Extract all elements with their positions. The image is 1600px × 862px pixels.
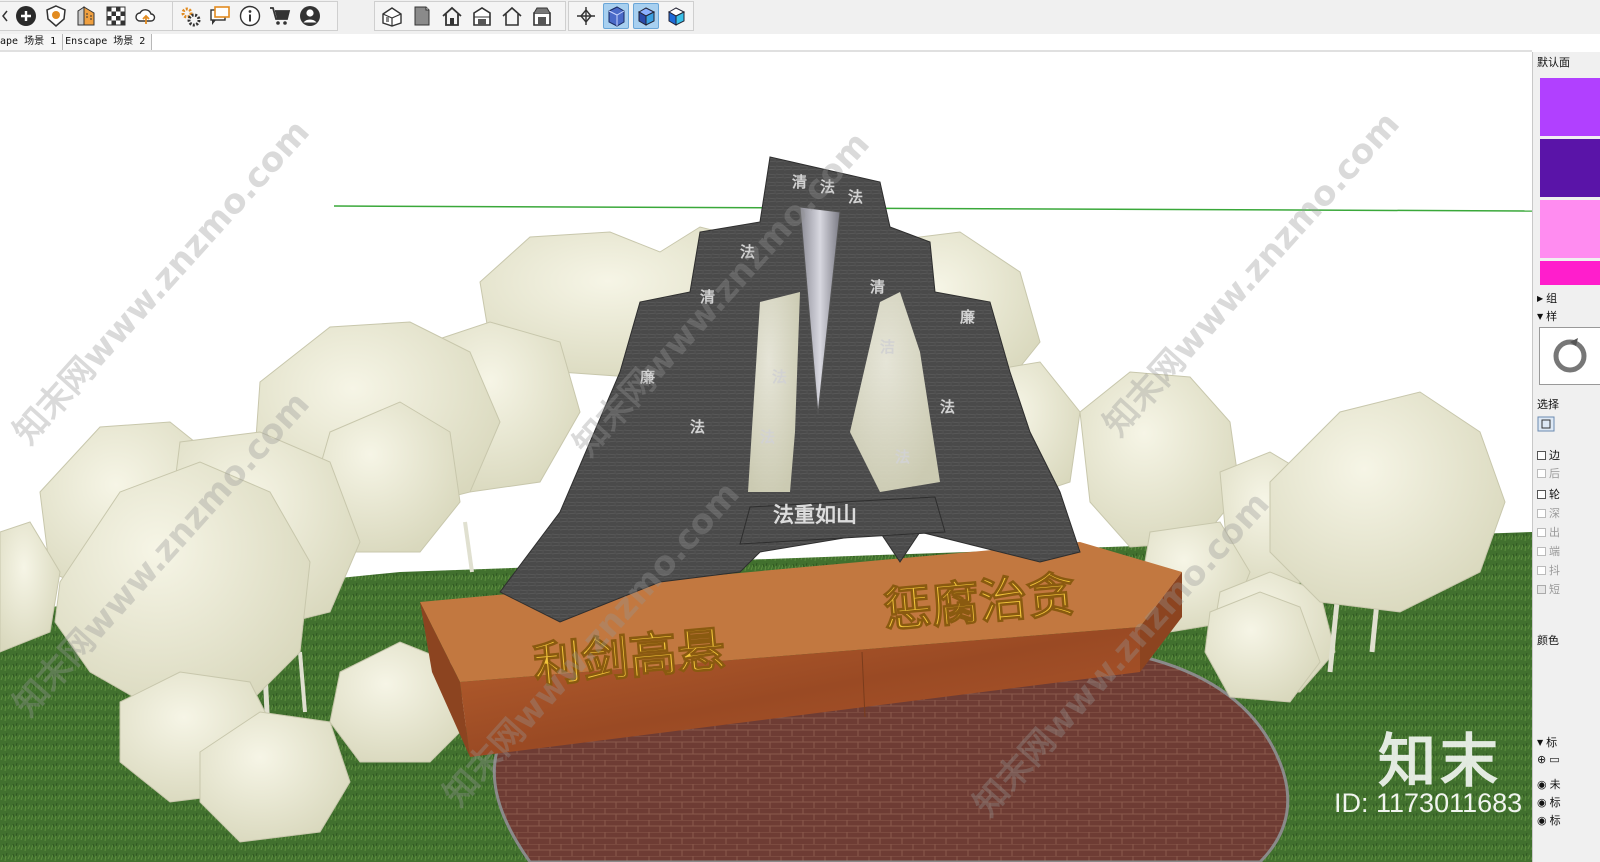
brand-watermark: 知末 xyxy=(1378,727,1503,795)
eye-icon[interactable]: ◉ xyxy=(1537,814,1547,827)
toolbar-overflow-arrow-icon[interactable] xyxy=(1,3,9,29)
tag-folder-icon[interactable]: ▭ xyxy=(1549,753,1559,766)
textured-icon[interactable] xyxy=(663,3,689,29)
default-tray: 默认面 ▶ 组 ▼ 样 选择 边 后 轮 深 出 端 抖 短 颜色 ▼ 标 ⊕ ▭ ◉… xyxy=(1532,52,1600,862)
checkbox[interactable] xyxy=(1537,489,1546,499)
option-back-edges[interactable]: 后 xyxy=(1537,465,1560,481)
wireframe-icon[interactable] xyxy=(603,3,629,29)
components-section[interactable]: ▶ 组 xyxy=(1537,290,1557,306)
expand-arrow-icon: ▶ xyxy=(1537,293,1544,303)
checkbox[interactable] xyxy=(1537,468,1546,478)
svg-text:法: 法 xyxy=(940,398,955,416)
tags-section[interactable]: ▼ 标 xyxy=(1537,734,1557,750)
style-toolbar-group xyxy=(568,1,694,31)
select-label: 选择 xyxy=(1537,398,1559,411)
material-swatch-3[interactable] xyxy=(1540,200,1600,258)
xray-icon[interactable] xyxy=(573,3,599,29)
checkbox[interactable] xyxy=(1537,508,1546,518)
svg-text:法: 法 xyxy=(690,418,705,436)
checkbox[interactable] xyxy=(1537,546,1546,556)
tag-row-untagged[interactable]: ◉ 未 xyxy=(1537,776,1561,792)
svg-text:法: 法 xyxy=(895,448,910,466)
svg-text:洁: 洁 xyxy=(880,338,895,356)
edit-style-icon[interactable] xyxy=(1537,416,1555,432)
svg-text:法: 法 xyxy=(760,428,775,446)
info-toolbar-group xyxy=(172,1,338,31)
option-depth-cue[interactable]: 深 xyxy=(1537,505,1560,521)
add-location-icon[interactable] xyxy=(13,3,39,29)
iso-view-icon[interactable] xyxy=(379,3,405,29)
option-short[interactable]: 短 xyxy=(1537,581,1560,597)
option-profiles[interactable]: 轮 xyxy=(1537,486,1560,502)
model-id-text: ID: 1173011683 xyxy=(1334,788,1523,818)
scene-tab-2[interactable]: Enscape 场景 2 xyxy=(63,34,153,50)
option-edge[interactable]: 边 xyxy=(1537,447,1560,463)
style-thumbnail[interactable] xyxy=(1539,327,1600,385)
building-3d-icon[interactable] xyxy=(73,3,99,29)
inscription-top: 法重如山 xyxy=(773,502,857,527)
horizon-line xyxy=(333,205,1532,212)
option-extension[interactable]: 出 xyxy=(1537,524,1560,540)
checkbox[interactable] xyxy=(1537,527,1546,537)
material-swatch-2[interactable] xyxy=(1540,139,1600,197)
shaded-icon[interactable] xyxy=(633,3,659,29)
color-label: 颜色 xyxy=(1537,634,1559,647)
account-icon[interactable] xyxy=(297,3,323,29)
tags-toolbar: ⊕ ▭ xyxy=(1537,753,1560,766)
right-view-icon[interactable] xyxy=(469,3,495,29)
upload-cloud-icon[interactable] xyxy=(133,3,159,29)
main-toolbar xyxy=(0,0,1600,34)
checkbox-checked[interactable] xyxy=(1537,584,1546,594)
option-jitter[interactable]: 抖 xyxy=(1537,562,1560,578)
checkbox[interactable] xyxy=(1537,450,1546,460)
tray-header[interactable]: 默认面 xyxy=(1537,54,1570,70)
top-view-icon[interactable] xyxy=(409,3,435,29)
eye-icon[interactable]: ◉ xyxy=(1537,778,1547,791)
model-viewport[interactable]: 法重如山 清 法 法 法 廉 清 法 法 洁 清 法 廉 法 法 利剑高悬 惩腐… xyxy=(0,52,1532,862)
svg-text:清: 清 xyxy=(870,278,885,296)
svg-text:法: 法 xyxy=(848,188,863,206)
back-view-icon[interactable] xyxy=(499,3,525,29)
collapse-arrow-icon: ▼ xyxy=(1537,311,1544,321)
trimble-connect-icon[interactable] xyxy=(207,3,233,29)
eye-icon[interactable]: ◉ xyxy=(1537,796,1547,809)
sandbox-icon[interactable] xyxy=(103,3,129,29)
material-swatch-4[interactable] xyxy=(1540,261,1600,285)
styles-section[interactable]: ▼ 样 xyxy=(1537,308,1557,324)
model-info-icon[interactable] xyxy=(237,3,263,29)
collapse-arrow-icon: ▼ xyxy=(1537,737,1544,747)
scene-tab-1[interactable]: ape 场景 1 xyxy=(0,34,64,50)
scene-tabs: ape 场景 1 Enscape 场景 2 xyxy=(0,34,153,50)
extension-warehouse-icon[interactable] xyxy=(267,3,293,29)
front-view-icon[interactable] xyxy=(439,3,465,29)
view-toolbar-group xyxy=(374,1,566,31)
tag-row-1[interactable]: ◉ 标 xyxy=(1537,794,1561,810)
tag-row-2[interactable]: ◉ 标 xyxy=(1537,812,1561,828)
geo-location-icon[interactable] xyxy=(43,3,69,29)
left-view-icon[interactable] xyxy=(529,3,555,29)
option-endpoints[interactable]: 端 xyxy=(1537,543,1560,559)
extension-settings-icon[interactable] xyxy=(177,3,203,29)
material-swatch-1[interactable] xyxy=(1540,78,1600,136)
add-tag-icon[interactable]: ⊕ xyxy=(1537,753,1546,766)
svg-text:廉: 廉 xyxy=(960,308,975,326)
svg-text:法: 法 xyxy=(772,368,787,386)
checkbox[interactable] xyxy=(1537,565,1546,575)
